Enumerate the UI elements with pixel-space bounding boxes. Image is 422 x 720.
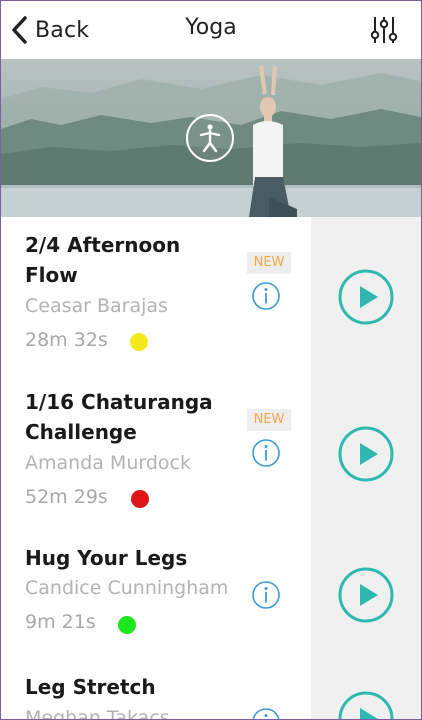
info-icon[interactable]: [251, 438, 281, 468]
video-list: 2/4 Afternoon Flow Ceasar Barajas 28m 32…: [1, 217, 421, 720]
item-author: Ceasar Barajas: [25, 295, 168, 317]
item-duration: 52m 29s: [25, 486, 108, 508]
item-title: 2/4 Afternoon Flow: [25, 230, 245, 290]
page-title: Yoga: [185, 15, 237, 40]
item-title: Hug Your Legs: [25, 543, 245, 573]
list-item[interactable]: 2/4 Afternoon Flow Ceasar Barajas 28m 32…: [1, 217, 421, 373]
new-badge: NEW: [247, 252, 291, 274]
play-button[interactable]: [338, 691, 394, 720]
item-author: Candice Cunningham: [25, 577, 229, 599]
item-author: Amanda Murdock: [25, 452, 191, 474]
item-title-line: 2/4 Afternoon: [25, 233, 181, 257]
level-indicator: [130, 333, 148, 351]
nav-bar: Back Yoga: [1, 1, 421, 59]
play-button[interactable]: [338, 426, 394, 482]
new-badge: NEW: [247, 409, 291, 431]
info-icon[interactable]: [251, 707, 281, 720]
item-title: Leg Stretch: [25, 672, 245, 702]
item-title-line: 1/16 Chaturanga: [25, 390, 213, 414]
level-indicator: [118, 616, 136, 634]
list-item[interactable]: Leg Stretch Meghan Takacs: [1, 667, 421, 720]
item-duration: 9m 21s: [25, 611, 96, 633]
list-item[interactable]: 1/16 Chaturanga Challenge Amanda Murdock…: [1, 373, 421, 529]
hero-image: [1, 59, 421, 217]
app-frame: Back Yoga 2/4 Afternoon Flow Ceasar Bara…: [0, 0, 422, 720]
item-title-line: Hug Your Legs: [25, 546, 188, 570]
yoga-pose-icon: [186, 114, 234, 162]
level-indicator: [131, 490, 149, 508]
sliders-icon[interactable]: [369, 15, 399, 45]
item-title-line: Challenge: [25, 420, 137, 444]
item-title: 1/16 Chaturanga Challenge: [25, 387, 245, 447]
info-icon[interactable]: [251, 580, 281, 610]
info-icon[interactable]: [251, 281, 281, 311]
play-button[interactable]: [338, 269, 394, 325]
play-button[interactable]: [338, 567, 394, 623]
item-title-line: Leg Stretch: [25, 675, 156, 699]
list-item[interactable]: Hug Your Legs Candice Cunningham 9m 21s: [1, 529, 421, 667]
item-title-line: Flow: [25, 263, 78, 287]
item-duration: 28m 32s: [25, 329, 108, 351]
item-author: Meghan Takacs: [25, 707, 170, 720]
